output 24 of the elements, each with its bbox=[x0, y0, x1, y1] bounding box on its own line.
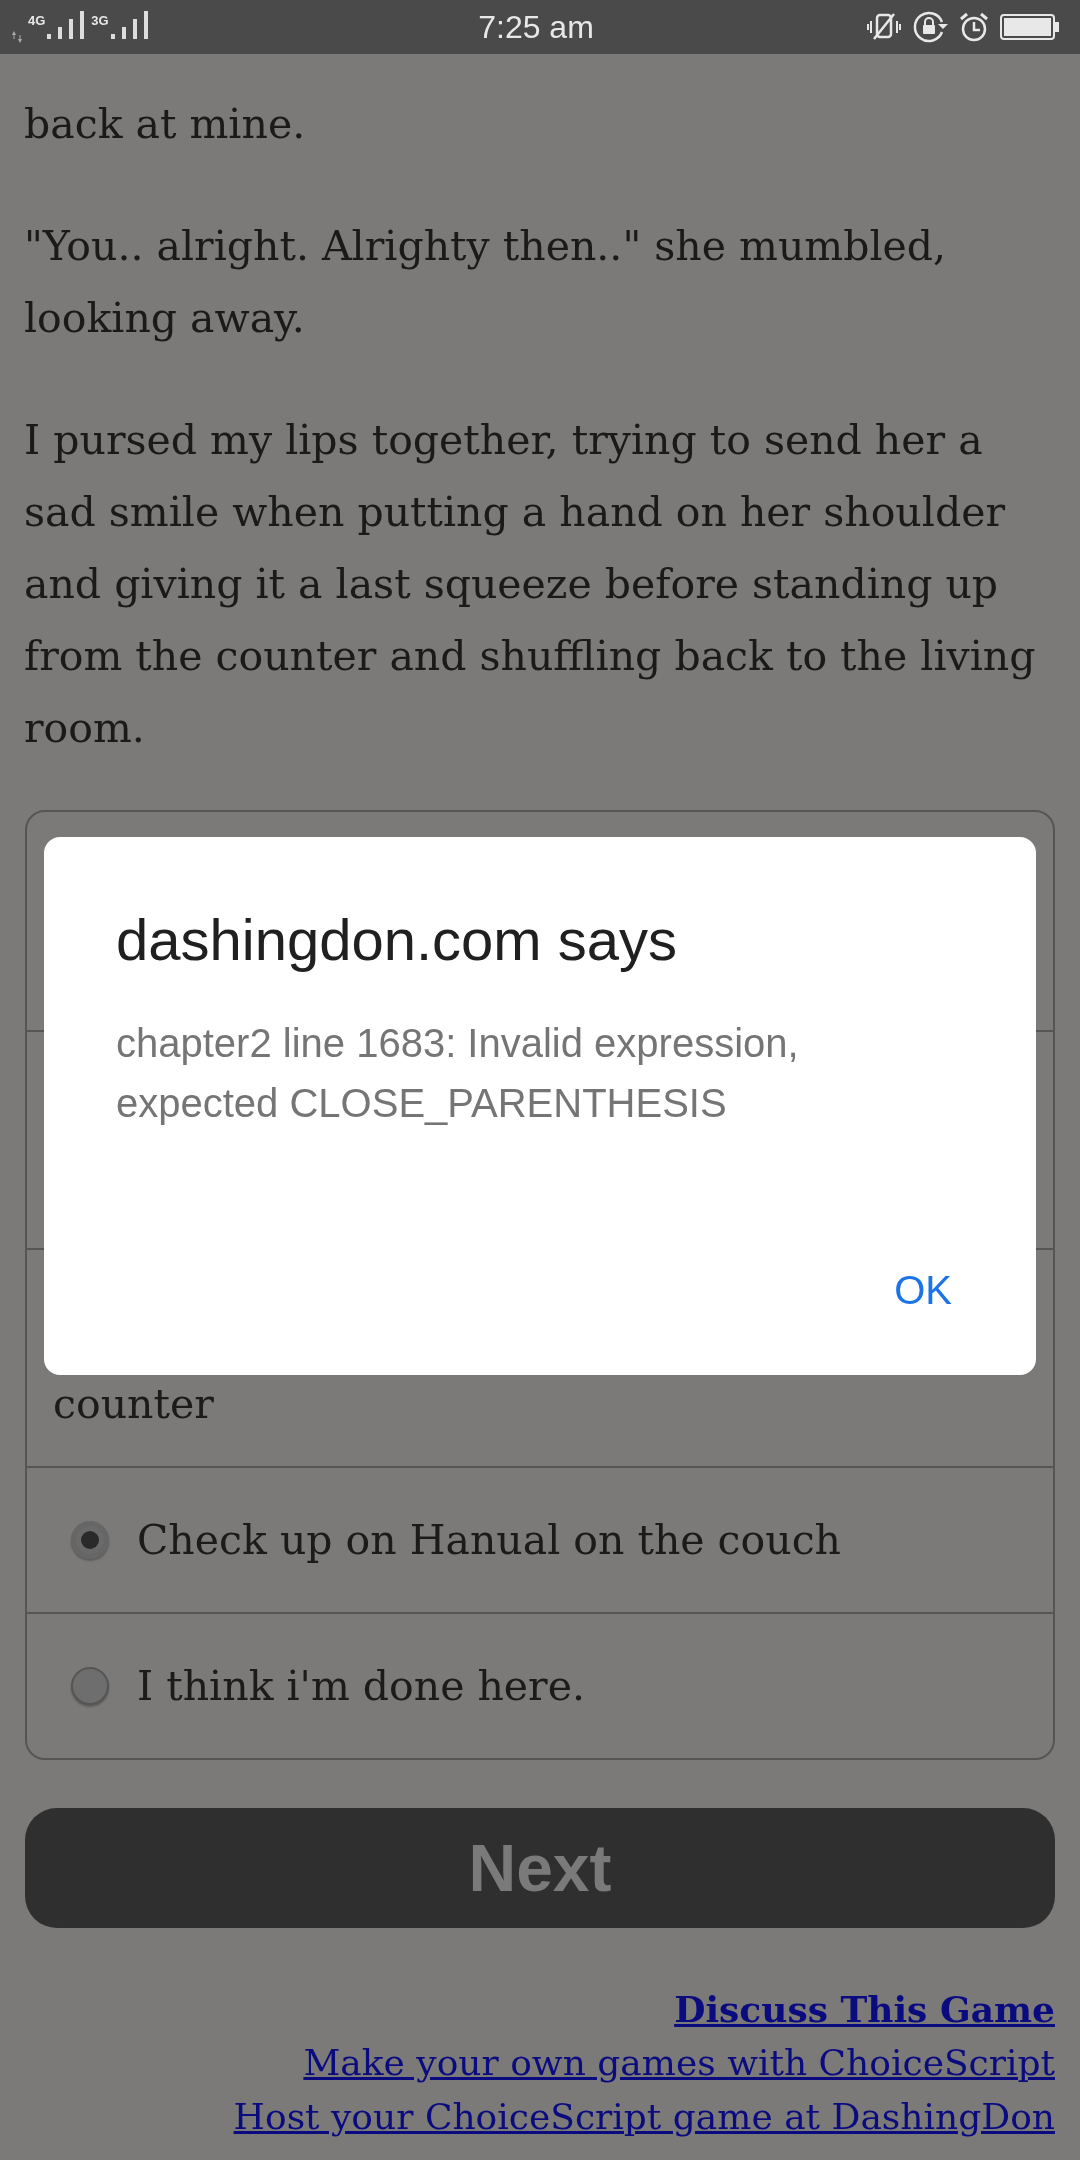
radio-button[interactable] bbox=[71, 1521, 109, 1559]
story-paragraph: "You.. alright. Alrighty then.." she mumbled, looking away. bbox=[24, 221, 948, 344]
choice-label: I think i'm done here. bbox=[137, 1662, 585, 1710]
signal-icon bbox=[110, 11, 149, 39]
footer-link[interactable]: Discuss This Game bbox=[674, 1982, 1055, 2036]
network-type-label: 4G bbox=[28, 13, 46, 28]
story-paragraph: I pursed my lips together, trying to send her a sad smile when putting a hand on her shoulder and giving it a last squeeze before standing up from the counter and shuffling back to the living room. bbox=[24, 415, 1037, 754]
rotation-lock-icon bbox=[912, 10, 948, 44]
dialog-title: dashingdon.com says bbox=[116, 906, 678, 974]
radio-button[interactable] bbox=[71, 1667, 109, 1705]
choice-label: counter bbox=[53, 1380, 214, 1428]
footer-link[interactable]: Host your ChoiceScript game at DashingDon bbox=[233, 2090, 1055, 2144]
network-type-label: 3G bbox=[91, 13, 109, 28]
clock-time: 7:25 am bbox=[477, 8, 595, 46]
signal-icon bbox=[47, 11, 86, 39]
choice-label: Check up on Hanual on the couch bbox=[137, 1516, 841, 1564]
data-arrows-icon bbox=[12, 31, 22, 43]
footer-link[interactable]: Make your own games with ChoiceScript bbox=[303, 2036, 1055, 2090]
dialog-message: chapter2 line 1683: Invalid expression, expected CLOSE_PARENTHESIS bbox=[116, 1020, 800, 1127]
next-button[interactable]: Next bbox=[25, 1808, 1055, 1928]
battery-icon bbox=[1000, 13, 1060, 41]
alarm-clock-icon bbox=[958, 11, 990, 43]
ok-button[interactable]: OK bbox=[882, 1258, 964, 1323]
story-paragraph: back at mine. bbox=[24, 99, 307, 150]
